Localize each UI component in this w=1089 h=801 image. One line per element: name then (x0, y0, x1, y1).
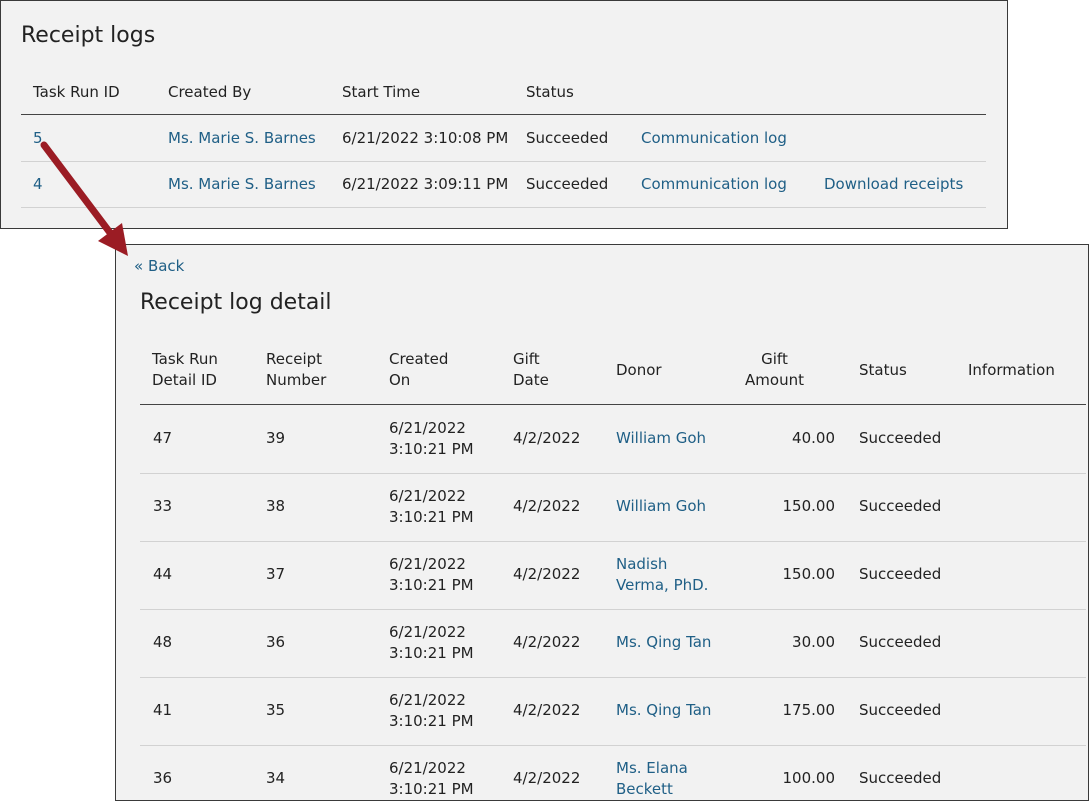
status-text: Succeeded (859, 701, 942, 719)
created-by-link[interactable]: Ms. Marie S. Barnes (168, 174, 316, 195)
download-receipts-link[interactable]: Download receipts (824, 174, 963, 195)
created-on-time: 3:10:21 PM (389, 712, 474, 730)
row-divider (140, 677, 1086, 678)
gift-date: 4/2/2022 (513, 497, 581, 515)
col-header-gift-date: Gift Date (513, 350, 549, 389)
created-on-date: 6/21/2022 (389, 623, 466, 641)
gift-amount: 150.00 (782, 497, 836, 515)
status-text: Succeeded (859, 633, 942, 651)
col-header-task-run-id: Task Run ID (33, 83, 120, 101)
col-header-created-on: Created On (389, 350, 449, 389)
status-text: Succeeded (859, 565, 942, 583)
task-run-detail-id: 44 (153, 565, 173, 583)
status-text: Succeeded (526, 129, 609, 147)
gift-amount: 40.00 (792, 429, 835, 447)
donor-link[interactable]: Ms. Qing Tan (616, 700, 711, 721)
col-header-donor: Donor (616, 361, 662, 379)
row-divider (140, 609, 1086, 610)
donor-link[interactable]: William Goh (616, 496, 706, 517)
task-run-id-link[interactable]: 5 (33, 128, 43, 149)
task-run-id-link[interactable]: 4 (33, 174, 43, 195)
created-on-time: 3:10:21 PM (389, 644, 474, 662)
task-run-detail-id: 41 (153, 701, 173, 719)
gift-amount: 150.00 (782, 565, 836, 583)
donor-link[interactable]: Ms. Elana (616, 758, 688, 779)
donor-link[interactable]: Nadish (616, 554, 667, 575)
donor-link[interactable]: Ms. Qing Tan (616, 632, 711, 653)
row-divider (140, 473, 1086, 474)
header-divider (140, 404, 1086, 405)
receipt-log-detail-panel: « Back Receipt log detail Task Run Detai… (115, 244, 1089, 801)
donor-link[interactable]: Verma, PhD. (616, 575, 708, 596)
start-time: 6/21/2022 3:10:08 PM (342, 129, 509, 147)
task-run-detail-id: 36 (153, 769, 173, 787)
col-header-receipt-number: Receipt Number (266, 350, 327, 389)
receipt-number: 34 (266, 769, 286, 787)
created-on-time: 3:10:21 PM (389, 508, 474, 526)
gift-amount: 100.00 (782, 769, 836, 787)
created-on-date: 6/21/2022 (389, 419, 466, 437)
communication-log-link[interactable]: Communication log (641, 128, 787, 149)
donor-link[interactable]: Beckett (616, 779, 673, 800)
gift-date: 4/2/2022 (513, 429, 581, 447)
col-header-created-by: Created By (168, 83, 252, 101)
gift-date: 4/2/2022 (513, 565, 581, 583)
created-on-date: 6/21/2022 (389, 691, 466, 709)
created-on-date: 6/21/2022 (389, 555, 466, 573)
created-by-link[interactable]: Ms. Marie S. Barnes (168, 128, 316, 149)
row-divider (21, 161, 986, 162)
created-on-time: 3:10:21 PM (389, 780, 474, 798)
back-link[interactable]: « Back (134, 256, 184, 277)
created-on-date: 6/21/2022 (389, 759, 466, 777)
col-header-status: Status (526, 83, 574, 101)
created-on-time: 3:10:21 PM (389, 440, 474, 458)
task-run-detail-id: 48 (153, 633, 173, 651)
gift-date: 4/2/2022 (513, 701, 581, 719)
row-divider (140, 541, 1086, 542)
gift-amount: 175.00 (782, 701, 836, 719)
col-header-gift-amount: Gift Amount (745, 350, 804, 389)
task-run-detail-id: 47 (153, 429, 173, 447)
receipt-log-detail-title: Receipt log detail (140, 290, 332, 315)
col-header-start-time: Start Time (342, 83, 421, 101)
col-header-information: Information (968, 361, 1055, 379)
task-run-detail-id: 33 (153, 497, 173, 515)
receipt-logs-panel: Receipt logs Task Run ID Created By Star… (0, 0, 1008, 229)
receipt-number: 35 (266, 701, 286, 719)
receipt-number: 38 (266, 497, 286, 515)
communication-log-link[interactable]: Communication log (641, 174, 787, 195)
gift-amount: 30.00 (792, 633, 835, 651)
status-text: Succeeded (859, 497, 942, 515)
created-on-time: 3:10:21 PM (389, 576, 474, 594)
created-on-date: 6/21/2022 (389, 487, 466, 505)
row-divider (140, 745, 1086, 746)
col-header-task-run-detail-id: Task Run Detail ID (152, 350, 218, 389)
row-divider (21, 207, 986, 208)
gift-date: 4/2/2022 (513, 769, 581, 787)
status-text: Succeeded (526, 175, 609, 193)
header-divider (21, 114, 986, 115)
gift-date: 4/2/2022 (513, 633, 581, 651)
receipt-number: 37 (266, 565, 286, 583)
receipt-number: 36 (266, 633, 286, 651)
status-text: Succeeded (859, 429, 942, 447)
status-text: Succeeded (859, 769, 942, 787)
donor-link[interactable]: William Goh (616, 428, 706, 449)
receipt-number: 39 (266, 429, 286, 447)
col-header-status: Status (859, 361, 907, 379)
start-time: 6/21/2022 3:09:11 PM (342, 175, 509, 193)
receipt-logs-title: Receipt logs (21, 23, 156, 48)
